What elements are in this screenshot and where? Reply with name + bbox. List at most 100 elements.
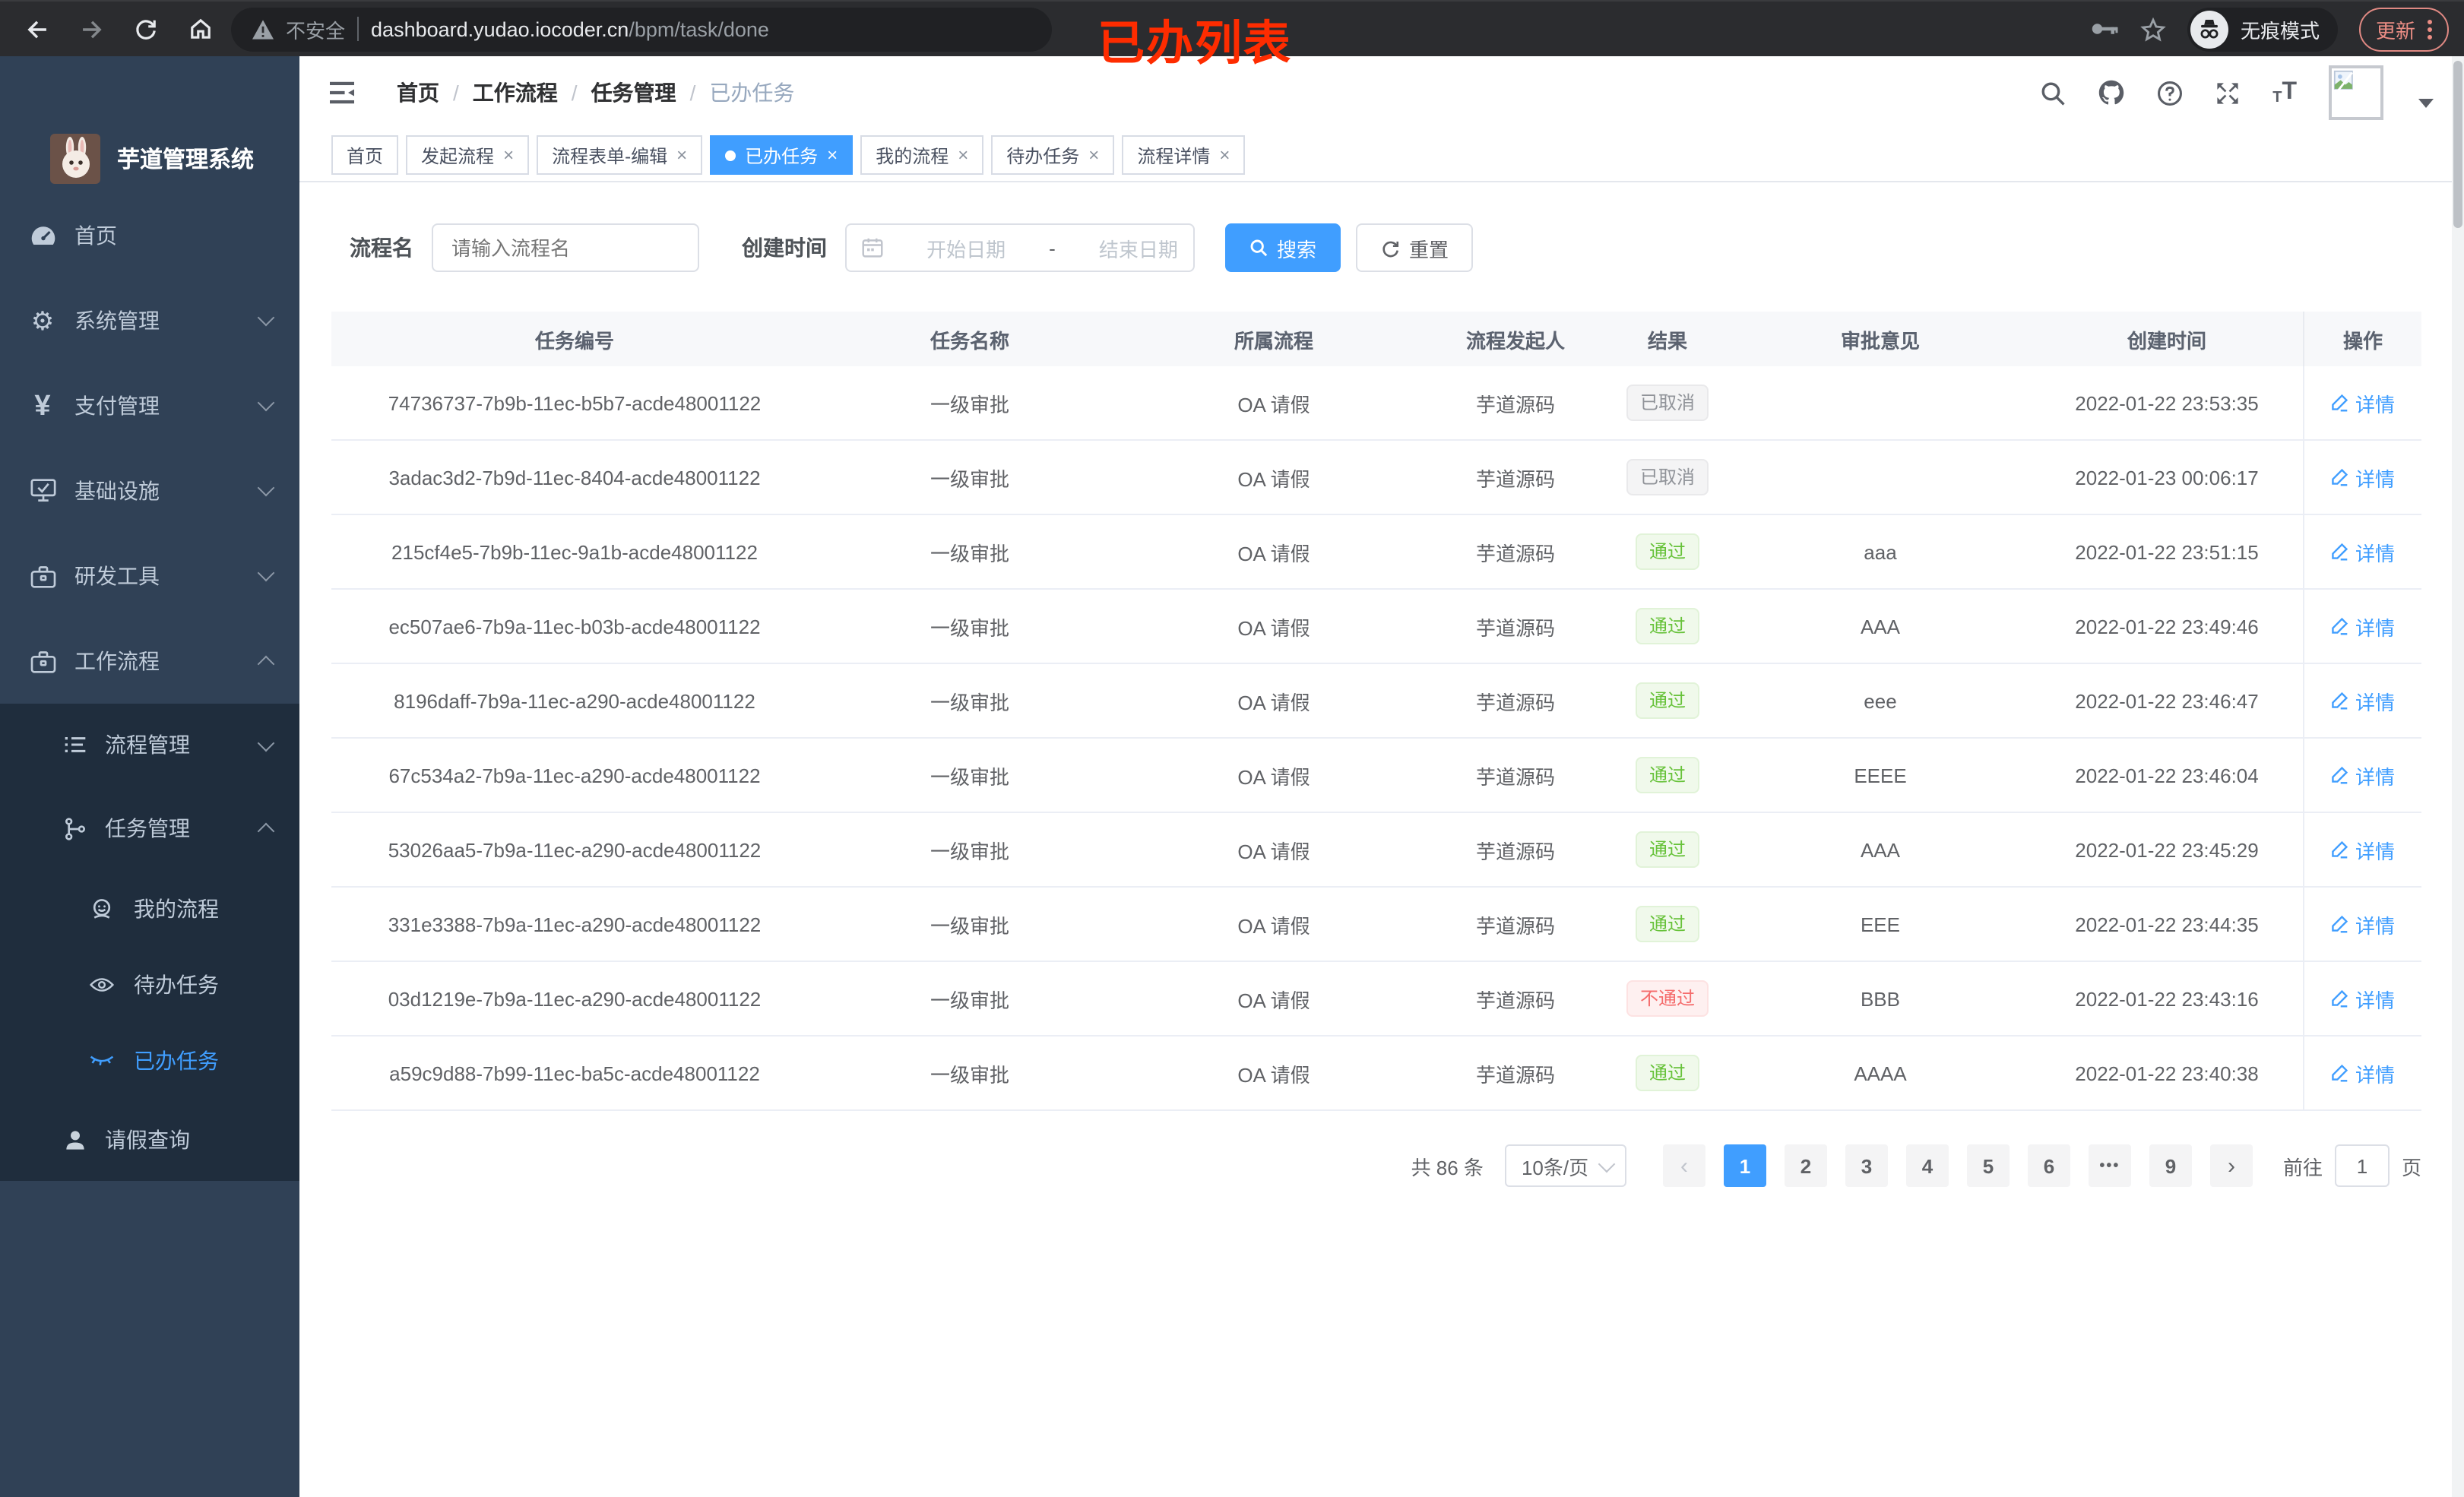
tab-home[interactable]: 首页	[331, 135, 399, 175]
close-icon[interactable]: ×	[827, 146, 838, 164]
breadcrumb-home[interactable]: 首页	[397, 78, 439, 108]
tab-todo-tasks[interactable]: 待办任务 ×	[991, 135, 1115, 175]
detail-link[interactable]: 详情	[2331, 761, 2395, 790]
sidebar-item-my-process[interactable]: 我的流程	[0, 871, 299, 947]
detail-link[interactable]: 详情	[2331, 835, 2395, 864]
star-icon[interactable]	[2140, 16, 2166, 42]
page-button-4[interactable]: 4	[1905, 1144, 1949, 1187]
detail-label: 详情	[2355, 1063, 2395, 1086]
detail-label: 详情	[2355, 616, 2395, 639]
sidebar-item-workflow[interactable]: 工作流程	[0, 619, 299, 704]
page-button-9[interactable]: 9	[2149, 1144, 2192, 1187]
sidebar-item-home[interactable]: 首页	[0, 193, 299, 278]
sidebar-item-todo-tasks[interactable]: 待办任务	[0, 947, 299, 1023]
tab-done-tasks[interactable]: 已办任务 ×	[710, 135, 854, 175]
tab-process-detail[interactable]: 流程详情 ×	[1122, 135, 1246, 175]
sidebar-item-payment[interactable]: ¥ 支付管理	[0, 363, 299, 448]
more-pages-button[interactable]: •••	[2088, 1144, 2131, 1187]
app-logo[interactable]: 芋道管理系统	[0, 56, 299, 193]
range-separator: -	[1049, 236, 1056, 259]
detail-link[interactable]: 详情	[2331, 388, 2395, 417]
page-button-2[interactable]: 2	[1784, 1144, 1827, 1187]
starter-cell: 芋道源码	[1475, 691, 1555, 714]
font-size-icon[interactable]: TT	[2272, 79, 2297, 106]
process-cell: OA 请假	[1237, 393, 1310, 416]
task-id-cell: 8196daff-7b9a-11ec-a290-acde48001122	[394, 689, 755, 712]
avatar[interactable]	[2329, 65, 2383, 120]
goto-page-input[interactable]	[2334, 1144, 2390, 1187]
close-icon[interactable]: ×	[1219, 146, 1230, 164]
url-text[interactable]: dashboard.yudao.iocoder.cn/bpm/task/done	[371, 17, 769, 40]
close-icon[interactable]: ×	[1088, 146, 1099, 164]
process-name-input[interactable]	[433, 236, 698, 259]
col-result: 结果	[1647, 329, 1687, 352]
detail-link[interactable]: 详情	[2331, 686, 2395, 715]
sidebar-item-process-mgmt[interactable]: 流程管理	[0, 704, 299, 786]
comment-cell: aaa	[1864, 540, 1897, 563]
close-icon[interactable]: ×	[503, 146, 514, 164]
detail-link[interactable]: 详情	[2331, 910, 2395, 938]
reload-icon[interactable]	[125, 8, 167, 50]
sidebar-item-devtools[interactable]: 研发工具	[0, 533, 299, 619]
page-scrollbar[interactable]	[2452, 56, 2464, 1497]
browser-toolbar: 不安全 dashboard.yudao.iocoder.cn/bpm/task/…	[0, 0, 2464, 70]
prev-page-button[interactable]: ‹	[1662, 1144, 1705, 1187]
sidebar-item-done-tasks[interactable]: 已办任务	[0, 1023, 299, 1099]
detail-link[interactable]: 详情	[2331, 1059, 2395, 1087]
tab-start-process[interactable]: 发起流程 ×	[406, 135, 530, 175]
close-icon[interactable]: ×	[958, 146, 968, 164]
page-button-3[interactable]: 3	[1845, 1144, 1888, 1187]
page-button-6[interactable]: 6	[2027, 1144, 2070, 1187]
update-button[interactable]: 更新	[2358, 7, 2449, 51]
scrollbar-thumb[interactable]	[2453, 61, 2462, 228]
github-icon[interactable]	[2098, 79, 2125, 106]
detail-link[interactable]: 详情	[2331, 612, 2395, 641]
detail-link[interactable]: 详情	[2331, 537, 2395, 566]
start-date-placeholder[interactable]: 开始日期	[926, 233, 1006, 262]
hamburger-icon[interactable]	[328, 81, 356, 105]
home-icon[interactable]	[179, 8, 222, 50]
page-size-select[interactable]: 10条/页	[1504, 1144, 1626, 1187]
key-icon[interactable]	[2092, 20, 2119, 38]
detail-link[interactable]: 详情	[2331, 984, 2395, 1013]
breadcrumb-workflow[interactable]: 工作流程	[473, 78, 558, 108]
comment-cell: eee	[1864, 689, 1897, 712]
search-button[interactable]: 搜索	[1225, 223, 1341, 272]
search-icon[interactable]	[2040, 80, 2066, 106]
sidebar-item-task-mgmt[interactable]: 任务管理	[0, 786, 299, 871]
tab-form-edit[interactable]: 流程表单-编辑 ×	[537, 135, 703, 175]
page-button-5[interactable]: 5	[1966, 1144, 2010, 1187]
warning-triangle-icon	[252, 19, 274, 39]
starter-cell: 芋道源码	[1475, 765, 1555, 788]
sidebar-item-system[interactable]: ⚙ 系统管理	[0, 278, 299, 363]
comment-cell: AAA	[1860, 838, 1900, 861]
sidebar-item-leave-query[interactable]: 请假查询	[0, 1099, 299, 1181]
url-bar[interactable]: 不安全 dashboard.yudao.iocoder.cn/bpm/task/…	[231, 7, 1052, 51]
task-name-cell: 一级审批	[930, 914, 1009, 937]
next-page-button[interactable]: ›	[2209, 1144, 2253, 1187]
detail-link[interactable]: 详情	[2331, 463, 2395, 492]
forward-icon[interactable]	[70, 8, 112, 50]
caret-down-icon[interactable]	[2418, 99, 2434, 108]
breadcrumb-task-mgmt[interactable]: 任务管理	[591, 78, 676, 108]
app-title: 芋道管理系统	[117, 147, 255, 172]
help-icon[interactable]	[2157, 80, 2183, 106]
edit-icon	[2333, 543, 2349, 561]
back-icon[interactable]	[15, 8, 58, 50]
more-vertical-icon[interactable]	[2428, 19, 2432, 39]
sidebar-menu: 首页 ⚙ 系统管理 ¥ 支付管理 基础设施 研发工具 工作流程 流程管理 任务管…	[0, 193, 299, 1181]
close-icon[interactable]: ×	[676, 146, 687, 164]
end-date-placeholder[interactable]: 结束日期	[1099, 233, 1178, 262]
date-range-picker[interactable]: 开始日期 - 结束日期	[845, 223, 1195, 272]
process-name-field[interactable]	[432, 223, 699, 272]
page-button-1[interactable]: 1	[1723, 1144, 1766, 1187]
tab-my-process[interactable]: 我的流程 ×	[860, 135, 984, 175]
task-name-cell: 一级审批	[930, 542, 1009, 565]
fullscreen-icon[interactable]	[2215, 80, 2241, 106]
process-cell: OA 请假	[1237, 914, 1310, 937]
security-label[interactable]: 不安全	[286, 14, 345, 43]
reset-button[interactable]: 重置	[1356, 223, 1474, 272]
edit-icon	[2333, 617, 2349, 635]
comment-cell: AAAA	[1854, 1062, 1907, 1084]
sidebar-item-infra[interactable]: 基础设施	[0, 448, 299, 533]
